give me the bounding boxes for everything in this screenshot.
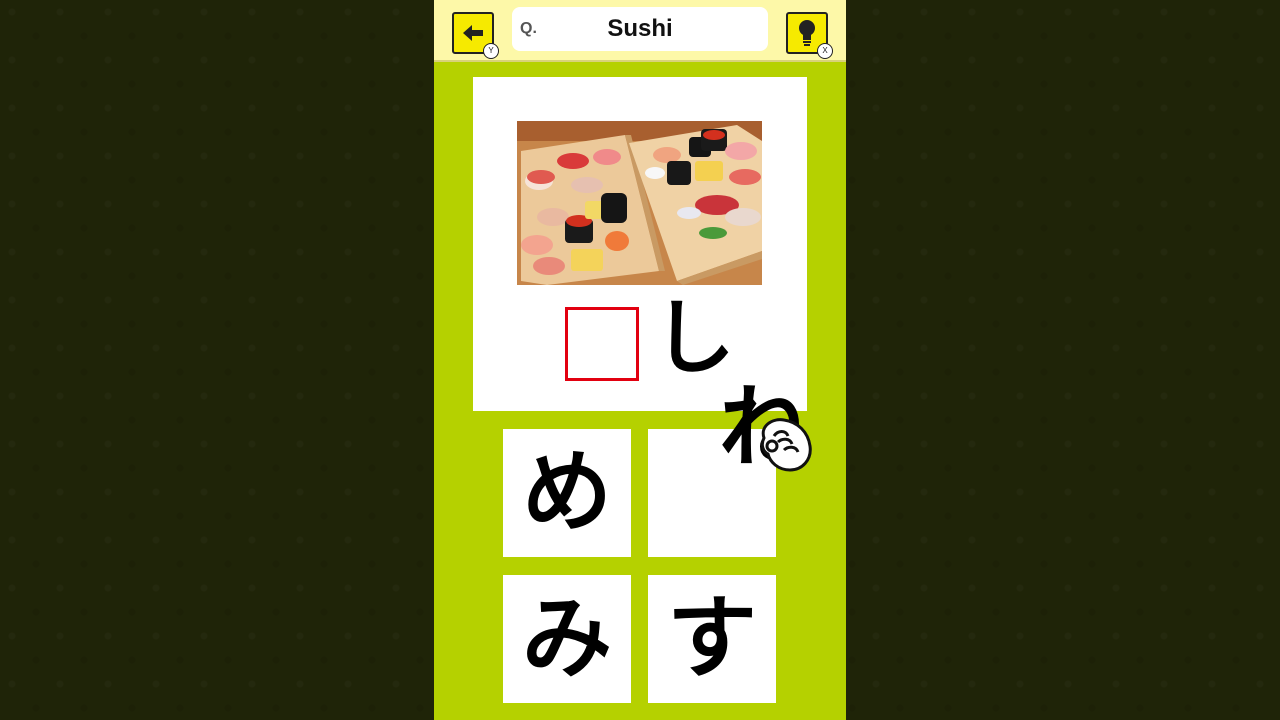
header-bar: Y Q. Sushi X [434, 0, 846, 62]
hint-button[interactable]: X [786, 12, 833, 59]
game-panel: Y Q. Sushi X し め み す [434, 0, 846, 720]
question-title: Sushi [607, 15, 673, 42]
arrow-left-icon [463, 25, 483, 41]
answer-blank-box[interactable] [565, 307, 639, 381]
question-card: し [473, 77, 807, 411]
answer-char-filled: し [653, 291, 736, 386]
lightbulb-icon [799, 20, 815, 46]
choice-tile-3[interactable]: み [503, 575, 631, 703]
choice-tile-1[interactable]: め [503, 429, 631, 557]
question-box: Q. Sushi [512, 7, 768, 51]
grab-hand-icon [760, 418, 812, 472]
choice-tile-4[interactable]: す [648, 575, 776, 703]
x-button-badge: X [817, 43, 833, 59]
y-button-badge: Y [483, 43, 499, 59]
sushi-photo [517, 121, 762, 285]
back-button[interactable]: Y [452, 12, 499, 59]
